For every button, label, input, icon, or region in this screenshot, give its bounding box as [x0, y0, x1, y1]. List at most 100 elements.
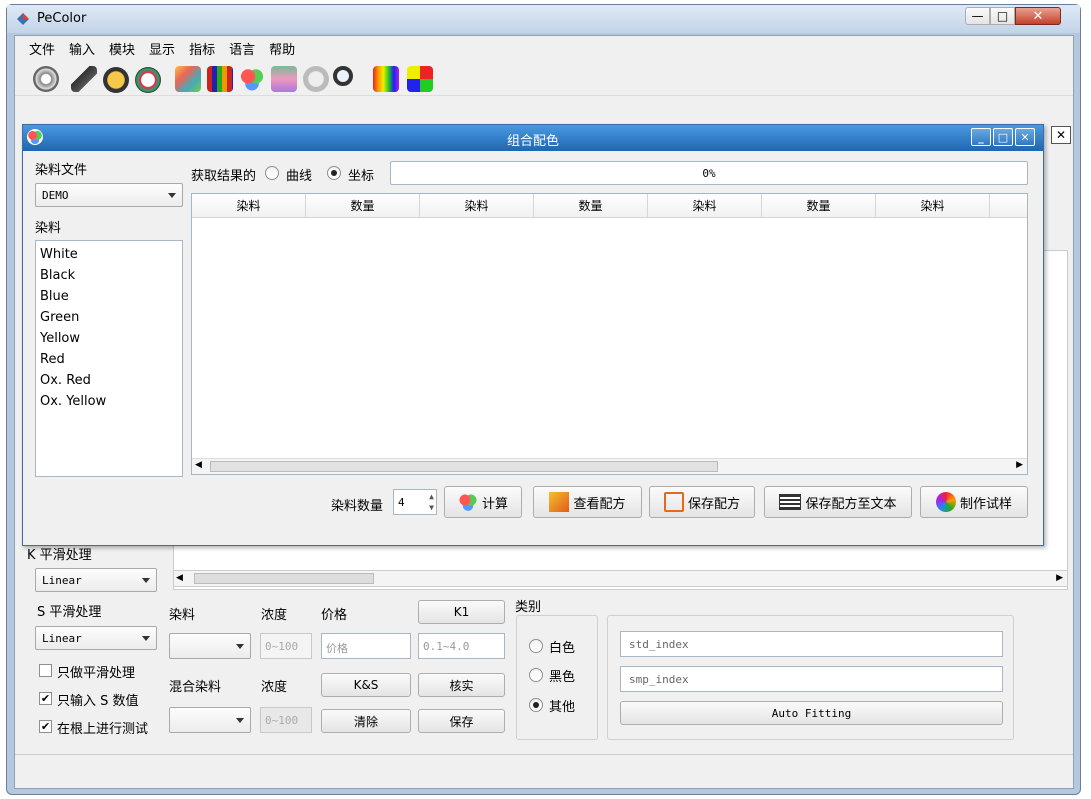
- table-hscrollbar[interactable]: ◀ ▶: [192, 458, 1027, 474]
- col-header[interactable]: 染料: [420, 194, 534, 217]
- curve-radio[interactable]: [265, 166, 279, 180]
- menu-language[interactable]: 语言: [229, 39, 255, 58]
- smooth-only-checkbox[interactable]: [39, 664, 52, 677]
- calculate-label: 计算: [481, 496, 508, 512]
- list-item[interactable]: White: [40, 244, 178, 265]
- dialog-close-button[interactable]: ✕: [1015, 128, 1035, 146]
- list-item[interactable]: Ox. Yellow: [40, 391, 178, 412]
- k-smooth-select[interactable]: Linear: [35, 568, 157, 592]
- menu-help[interactable]: 帮助: [269, 39, 295, 58]
- make-sample-button[interactable]: 制作试样: [920, 486, 1028, 518]
- dialog-maximize-button[interactable]: □: [993, 128, 1013, 146]
- close-button[interactable]: ✕: [1015, 7, 1061, 25]
- menu-module[interactable]: 模块: [109, 39, 135, 58]
- ks-button[interactable]: K&S: [321, 673, 411, 697]
- save-formula-text-button[interactable]: 保存配方至文本: [764, 486, 912, 518]
- curve-label: 曲线: [286, 169, 313, 184]
- menu-input[interactable]: 输入: [69, 39, 95, 58]
- col-header[interactable]: 染料: [648, 194, 762, 217]
- list-item[interactable]: Red: [40, 349, 178, 370]
- list-item[interactable]: Ox. Red: [40, 370, 178, 391]
- swatch-fan-icon: [549, 492, 570, 512]
- dialog-title: 组合配色: [506, 134, 559, 149]
- open-folder-icon[interactable]: [103, 67, 129, 93]
- auto-fitting-button[interactable]: Auto Fitting: [620, 701, 1003, 725]
- menu-display[interactable]: 显示: [149, 39, 175, 58]
- scroll-thumb[interactable]: [194, 573, 374, 584]
- clear-button[interactable]: 清除: [321, 709, 411, 733]
- conc2-label: 浓度: [261, 680, 288, 695]
- color-grid-icon[interactable]: [207, 66, 233, 92]
- menu-index[interactable]: 指标: [189, 39, 215, 58]
- col-header[interactable]: 染料: [876, 194, 990, 217]
- calculate-button[interactable]: 计算: [444, 486, 522, 518]
- ring-icon[interactable]: [135, 67, 161, 93]
- palette-icon[interactable]: [175, 66, 201, 92]
- k1-input[interactable]: 0.1~4.0: [418, 633, 505, 659]
- root-test-checkbox[interactable]: ✔: [39, 720, 52, 733]
- s-smooth-label: S 平滑处理: [37, 605, 102, 620]
- price-input[interactable]: 价格: [321, 633, 411, 659]
- list-item[interactable]: Black: [40, 265, 178, 286]
- cat-black-radio[interactable]: [529, 668, 543, 682]
- dye-select[interactable]: [169, 633, 251, 659]
- root-test-label: 在根上进行测试: [57, 722, 149, 737]
- view-formula-label: 查看配方: [573, 496, 626, 512]
- smooth-only-label: 只做平滑处理: [57, 666, 136, 681]
- dye-file-value: DEMO: [42, 189, 69, 202]
- main-hscrollbar[interactable]: ◀ ▶: [173, 570, 1068, 587]
- minimize-icon: —: [971, 9, 984, 23]
- col-header[interactable]: 数量: [306, 194, 420, 217]
- spectrum-icon[interactable]: [373, 66, 399, 92]
- verify-button[interactable]: 核实: [418, 673, 505, 697]
- mix-dye-select[interactable]: [169, 707, 251, 733]
- cat-white-radio[interactable]: [529, 639, 543, 653]
- view-formula-button[interactable]: 查看配方: [533, 486, 642, 518]
- save-formula-button[interactable]: 保存配方: [649, 486, 755, 518]
- col-header[interactable]: 染料: [192, 194, 306, 217]
- smp-index-input[interactable]: smp_index: [620, 666, 1003, 692]
- paint-palette-icon[interactable]: [303, 66, 329, 92]
- color-circles-icon: [457, 492, 478, 512]
- cat-other-radio[interactable]: [529, 698, 543, 712]
- list-item[interactable]: Green: [40, 307, 178, 328]
- conc2-input[interactable]: 0~100: [260, 707, 312, 733]
- col-header[interactable]: 数量: [534, 194, 648, 217]
- category-label: 类别: [515, 600, 542, 615]
- magnify-icon[interactable]: [333, 66, 353, 86]
- close-icon: ✕: [1032, 8, 1044, 24]
- scroll-left-icon: ◀: [176, 573, 183, 583]
- chevron-down-icon: [142, 636, 150, 641]
- dye-count-spinbox[interactable]: 4 ▲ ▼: [393, 489, 437, 515]
- list-item[interactable]: Blue: [40, 286, 178, 307]
- gear-icon[interactable]: [33, 66, 59, 92]
- conc-label: 浓度: [261, 608, 288, 623]
- minimize-button[interactable]: —: [965, 7, 990, 25]
- k1-button[interactable]: K1: [418, 600, 505, 624]
- color-blocks-icon[interactable]: [407, 66, 433, 92]
- coord-radio[interactable]: [327, 166, 341, 180]
- scroll-right-icon: ▶: [1056, 573, 1063, 583]
- menu-file[interactable]: 文件: [29, 39, 55, 58]
- dye-label: 染料: [169, 608, 196, 623]
- dye-list[interactable]: White Black Blue Green Yellow Red Ox. Re…: [35, 240, 183, 477]
- conc-input[interactable]: 0~100: [260, 633, 312, 659]
- status-bar: [15, 754, 1073, 788]
- spin-arrows-icon[interactable]: ▲ ▼: [429, 491, 434, 513]
- color-circles-icon[interactable]: [239, 66, 265, 92]
- color-chart-icon[interactable]: [271, 66, 297, 92]
- save-bottom-button[interactable]: 保存: [418, 709, 505, 733]
- chevron-down-icon: [236, 644, 244, 649]
- col-header[interactable]: 数量: [762, 194, 876, 217]
- cat-black-label: 黑色: [549, 670, 576, 685]
- dialog-minimize-button[interactable]: _: [971, 128, 991, 146]
- s-smooth-select[interactable]: Linear: [35, 626, 157, 650]
- scroll-thumb[interactable]: [210, 461, 718, 472]
- maximize-button[interactable]: □: [990, 7, 1015, 25]
- std-index-input[interactable]: std_index: [620, 631, 1003, 657]
- outer-close-button[interactable]: ✕: [1051, 126, 1071, 144]
- measure-icon[interactable]: [71, 66, 97, 92]
- list-item[interactable]: Yellow: [40, 328, 178, 349]
- dye-file-select[interactable]: DEMO: [35, 183, 183, 207]
- s-only-checkbox[interactable]: ✔: [39, 692, 52, 705]
